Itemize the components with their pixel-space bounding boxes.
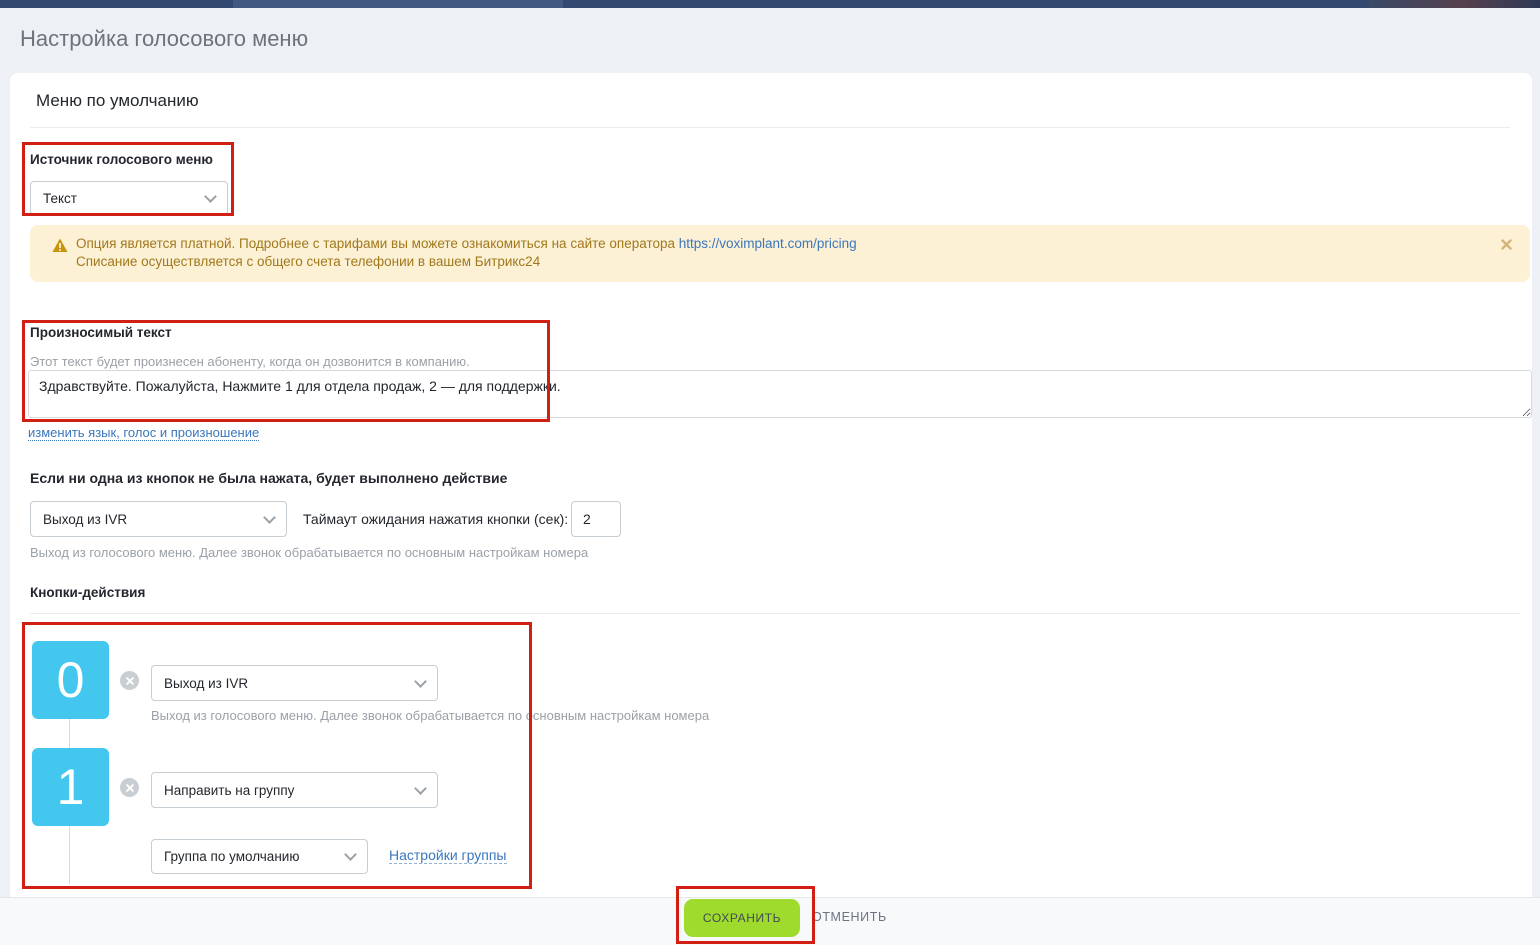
keys-section-label: Кнопки-действия: [30, 585, 145, 600]
divider: [30, 127, 1510, 128]
key-0-square[interactable]: 0: [32, 641, 109, 719]
banner-text: Опция является платной. Подробнее с тари…: [76, 235, 857, 271]
key-1-group-select[interactable]: Группа по умолчанию: [151, 839, 368, 874]
divider: [30, 613, 1520, 614]
browser-top-strip-segment: [233, 0, 563, 8]
warning-icon: [52, 238, 68, 258]
key-connector-line: [69, 719, 70, 748]
key-1-square[interactable]: 1: [32, 748, 109, 826]
timeout-label: Таймаут ожидания нажатия кнопки (сек):: [303, 511, 568, 527]
key-connector-line: [69, 826, 70, 884]
chevron-down-icon: [414, 675, 427, 688]
banner-line1: Опция является платной. Подробнее с тари…: [76, 236, 679, 251]
no-press-action-select[interactable]: Выход из IVR: [30, 501, 287, 537]
key-1-action-select[interactable]: Направить на группу: [151, 772, 438, 808]
page-title: Настройка голосового меню: [20, 26, 308, 52]
cancel-button[interactable]: ОТМЕНИТЬ: [812, 910, 887, 924]
save-button[interactable]: СОХРАНИТЬ: [684, 899, 800, 937]
change-voice-link[interactable]: изменить язык, голос и произношение: [28, 425, 259, 441]
timeout-input[interactable]: [571, 501, 621, 537]
no-press-note: Выход из голосового меню. Далее звонок о…: [30, 545, 588, 560]
key-0-remove-icon[interactable]: [120, 671, 139, 690]
browser-top-strip: [0, 0, 1540, 8]
menu-section-title: Меню по умолчанию: [36, 91, 199, 111]
speech-text-input[interactable]: Здравствуйте. Пожалуйста, Нажмите 1 для …: [28, 370, 1532, 418]
key-1-group-value: Группа по умолчанию: [164, 849, 346, 864]
key-1-action-value: Направить на группу: [164, 783, 416, 798]
banner-close-icon[interactable]: [1501, 237, 1512, 255]
speech-hint: Этот текст будет произнесен абоненту, ко…: [30, 354, 470, 369]
no-press-action-value: Выход из IVR: [43, 512, 265, 527]
no-press-label: Если ни одна из кнопок не была нажата, б…: [30, 470, 507, 486]
chevron-down-icon: [414, 782, 427, 795]
key-0-action-select[interactable]: Выход из IVR: [151, 665, 438, 701]
chevron-down-icon: [204, 190, 217, 203]
key-0-note: Выход из голосового меню. Далее звонок о…: [151, 708, 709, 723]
source-label: Источник голосового меню: [30, 152, 213, 167]
pricing-link[interactable]: https://voximplant.com/pricing: [679, 236, 857, 251]
chevron-down-icon: [344, 848, 357, 861]
source-select-value: Текст: [43, 191, 206, 206]
group-settings-link[interactable]: Настройки группы: [389, 847, 507, 864]
chevron-down-icon: [263, 511, 276, 524]
key-1-remove-icon[interactable]: [120, 778, 139, 797]
key-0-action-value: Выход из IVR: [164, 676, 416, 691]
banner-line2: Списание осуществляется с общего счета т…: [76, 254, 540, 269]
speech-label: Произносимый текст: [30, 325, 172, 340]
paid-option-banner: Опция является платной. Подробнее с тари…: [30, 225, 1530, 282]
source-select[interactable]: Текст: [30, 181, 228, 215]
browser-top-strip-segment: [1368, 0, 1540, 8]
